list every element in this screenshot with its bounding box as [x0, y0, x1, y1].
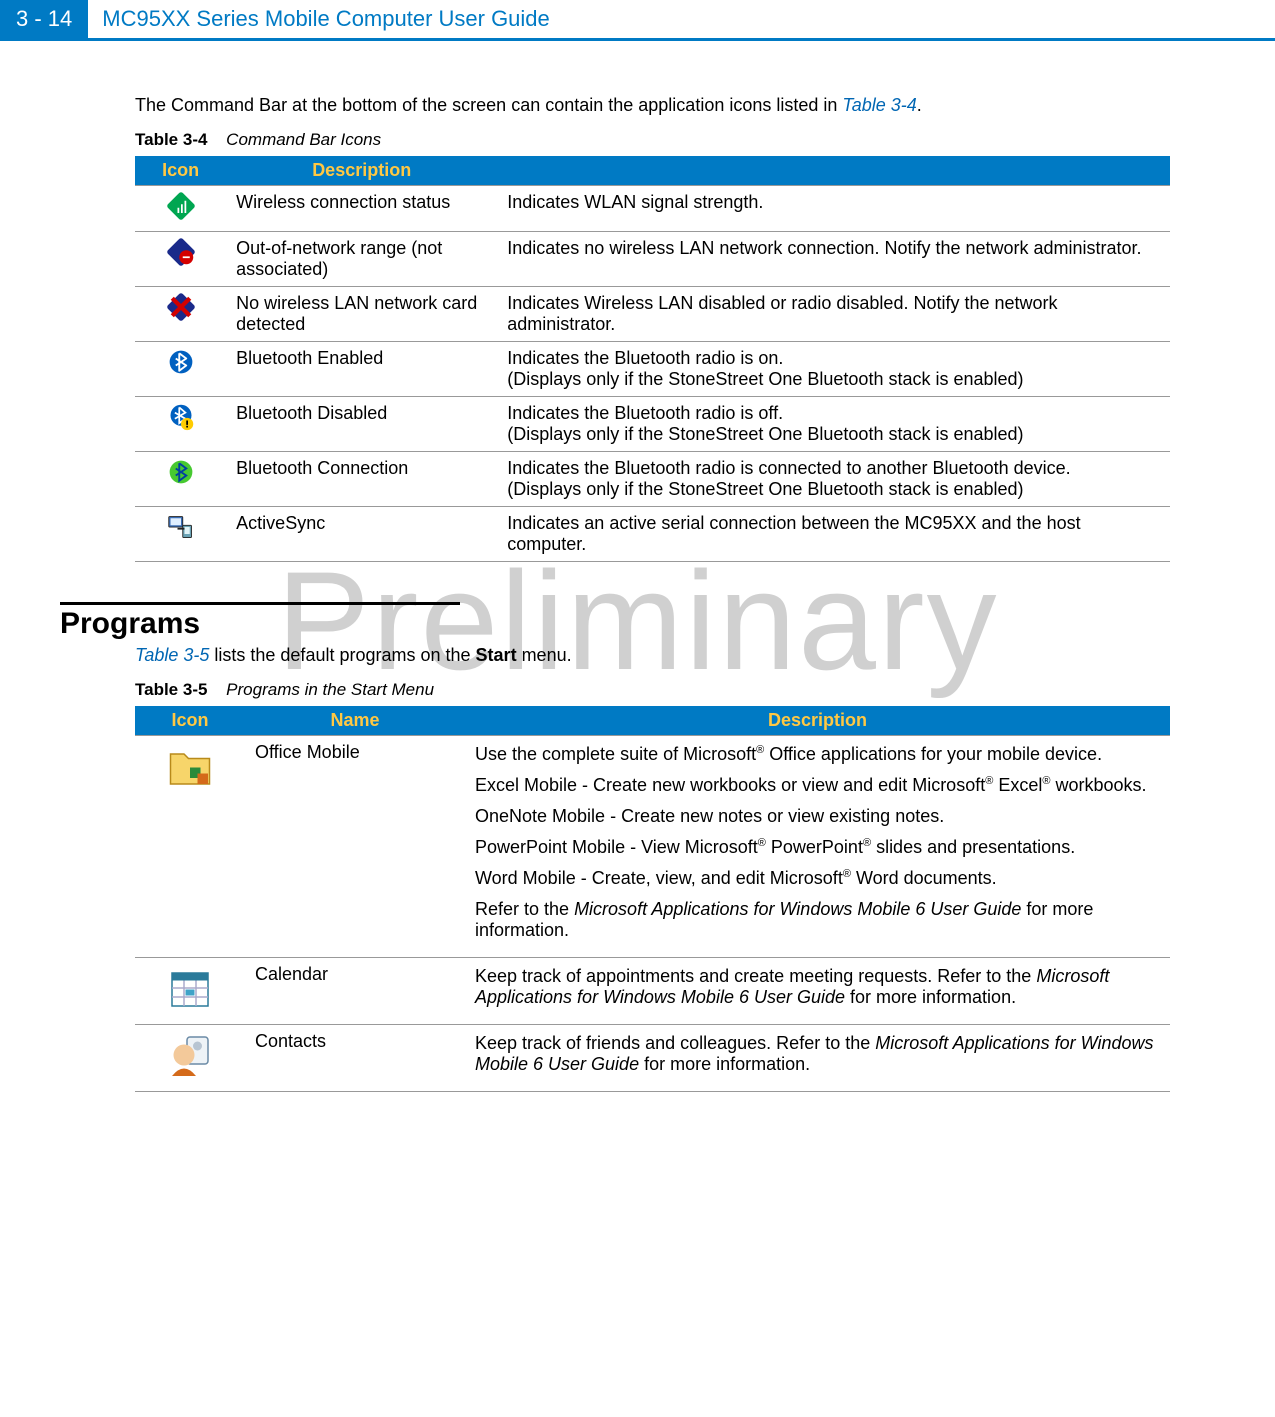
col-name: Name	[245, 706, 465, 736]
desc-cell: Indicates the Bluetooth radio is off. (D…	[497, 397, 1170, 452]
wlan-signal-icon	[167, 192, 195, 220]
desc-para: Word Mobile - Create, view, and edit Mic…	[475, 868, 1160, 889]
desc-cell: Keep track of appointments and create me…	[465, 958, 1170, 1025]
icon-cell	[135, 342, 226, 397]
desc-cell: Keep track of friends and colleagues. Re…	[465, 1025, 1170, 1092]
desc-para: Use the complete suite of Microsoft® Off…	[475, 744, 1160, 765]
name-cell: Wireless connection status	[226, 186, 497, 232]
desc-para: Excel Mobile - Create new workbooks or v…	[475, 775, 1160, 796]
desc-para: OneNote Mobile - Create new notes or vie…	[475, 806, 1160, 827]
icon-cell	[135, 287, 226, 342]
table-row: Wireless connection statusIndicates WLAN…	[135, 186, 1170, 232]
command-bar-icons-table: Icon Description Wireless connection sta…	[135, 156, 1170, 562]
icon-cell	[135, 232, 226, 287]
table-row: Office Mobile Use the complete suite of M…	[135, 736, 1170, 958]
icon-cell	[135, 736, 245, 958]
name-cell: ActiveSync	[226, 507, 497, 562]
table-3-4-caption: Table 3-4 Command Bar Icons	[135, 130, 1170, 150]
col-icon: Icon	[135, 156, 226, 186]
name-cell: Contacts	[245, 1025, 465, 1092]
activesync-icon	[167, 513, 195, 541]
table-row: Out-of-network range (not associated)Ind…	[135, 232, 1170, 287]
desc-cell: Indicates an active serial connection be…	[497, 507, 1170, 562]
table-row: Bluetooth ConnectionIndicates the Blueto…	[135, 452, 1170, 507]
table-row: Bluetooth EnabledIndicates the Bluetooth…	[135, 342, 1170, 397]
wlan-no-card-icon	[167, 293, 195, 321]
desc-para: Keep track of appointments and create me…	[475, 966, 1160, 1008]
caption-title: Command Bar Icons	[226, 130, 381, 149]
desc-para: Keep track of friends and colleagues. Re…	[475, 1033, 1160, 1075]
wlan-out-of-range-icon	[167, 238, 195, 266]
table-row: Bluetooth DisabledIndicates the Bluetoot…	[135, 397, 1170, 452]
icon-cell	[135, 186, 226, 232]
icon-cell	[135, 397, 226, 452]
icon-cell	[135, 1025, 245, 1092]
doc-title: MC95XX Series Mobile Computer User Guide	[88, 0, 564, 38]
table-3-5-caption: Table 3-5 Programs in the Start Menu	[135, 680, 1170, 700]
name-cell: Bluetooth Connection	[226, 452, 497, 507]
programs-heading: Programs	[60, 602, 460, 641]
ref-title: Microsoft Applications for Windows Mobil…	[574, 899, 1021, 919]
icon-cell	[135, 452, 226, 507]
desc-cell: Indicates no wireless LAN network connec…	[497, 232, 1170, 287]
name-cell: Bluetooth Disabled	[226, 397, 497, 452]
page-number: 3 - 14	[0, 0, 88, 38]
bluetooth-disabled-icon	[167, 403, 195, 431]
col-desc: Description	[226, 156, 497, 186]
name-cell: Out-of-network range (not associated)	[226, 232, 497, 287]
col-icon: Icon	[135, 706, 245, 736]
xref-table-3-5[interactable]: Table 3-5	[135, 645, 209, 665]
intro-text-a: The Command Bar at the bottom of the scr…	[135, 95, 842, 115]
programs-intro-bold: Start	[476, 645, 517, 665]
name-cell: Office Mobile	[245, 736, 465, 958]
desc-cell: Indicates the Bluetooth radio is on. (Di…	[497, 342, 1170, 397]
programs-intro-c: menu.	[517, 645, 572, 665]
caption-label: Table 3-5	[135, 680, 207, 699]
desc-para: Refer to the Microsoft Applications for …	[475, 899, 1160, 941]
caption-title: Programs in the Start Menu	[226, 680, 434, 699]
desc-cell: Indicates Wireless LAN disabled or radio…	[497, 287, 1170, 342]
desc-cell: Use the complete suite of Microsoft® Off…	[465, 736, 1170, 958]
office-mobile-folder-icon	[166, 742, 214, 790]
table-row: CalendarKeep track of appointments and c…	[135, 958, 1170, 1025]
icon-cell	[135, 507, 226, 562]
name-cell: No wireless LAN network card detected	[226, 287, 497, 342]
intro-text-b: .	[917, 95, 922, 115]
bluetooth-connection-icon	[167, 458, 195, 486]
table-row: No wireless LAN network card detectedInd…	[135, 287, 1170, 342]
table-row: ActiveSyncIndicates an active serial con…	[135, 507, 1170, 562]
col-spacer	[497, 156, 1170, 186]
programs-intro: Table 3-5 lists the default programs on …	[135, 645, 1170, 666]
table-row: ContactsKeep track of friends and collea…	[135, 1025, 1170, 1092]
xref-table-3-4[interactable]: Table 3-4	[842, 95, 916, 115]
page-header: 3 - 14 MC95XX Series Mobile Computer Use…	[0, 0, 1275, 38]
header-rule	[0, 38, 1275, 41]
desc-para: PowerPoint Mobile - View Microsoft® Powe…	[475, 837, 1160, 858]
calendar-icon	[166, 964, 214, 1012]
desc-cell: Indicates WLAN signal strength.	[497, 186, 1170, 232]
name-cell: Calendar	[245, 958, 465, 1025]
bluetooth-enabled-icon	[167, 348, 195, 376]
col-desc: Description	[465, 706, 1170, 736]
intro-paragraph: The Command Bar at the bottom of the scr…	[135, 95, 1170, 116]
programs-intro-b: lists the default programs on the	[209, 645, 475, 665]
caption-label: Table 3-4	[135, 130, 207, 149]
programs-table: Icon Name Description Office Mobile Use t…	[135, 706, 1170, 1092]
contacts-icon	[166, 1031, 214, 1079]
icon-cell	[135, 958, 245, 1025]
desc-cell: Indicates the Bluetooth radio is connect…	[497, 452, 1170, 507]
name-cell: Bluetooth Enabled	[226, 342, 497, 397]
